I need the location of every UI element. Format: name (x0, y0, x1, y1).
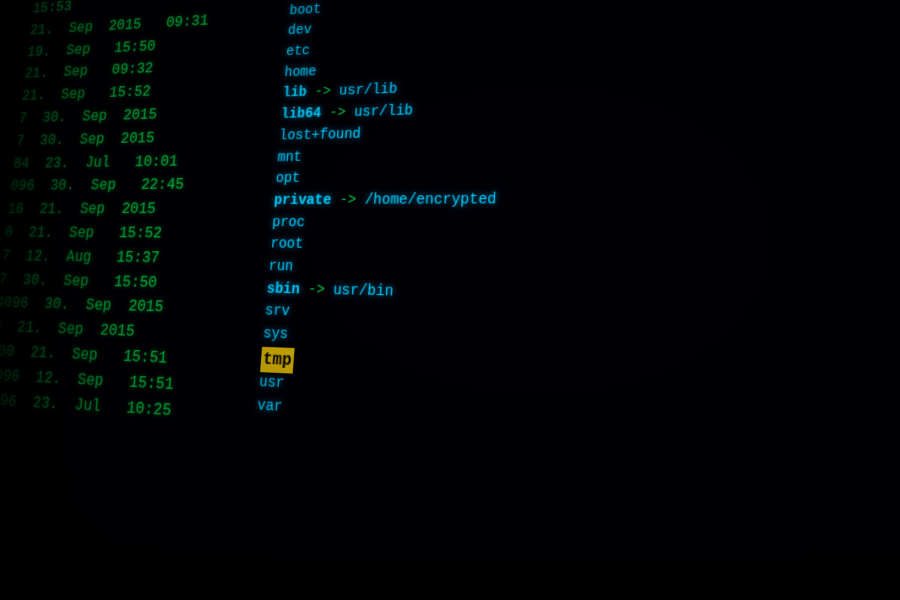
ls-row: 7 30. Sep 2015 (15, 127, 156, 153)
dir-run: run (268, 257, 294, 280)
dir-proc: proc (271, 213, 305, 235)
dir-home: home (283, 62, 317, 84)
dir-usr: usr (258, 373, 285, 397)
dir-private: private (273, 190, 332, 212)
right-column: bin -> usr/bin boot dev etc home lib -> … (227, 0, 820, 600)
dir-dev: dev (287, 21, 312, 43)
dir-tmp: tmp (260, 346, 294, 374)
ls-row: 16 21. Sep 2015 (6, 198, 156, 222)
dir-boot: boot (289, 0, 322, 22)
ls-row: 84 23. Jul 10:01 (12, 150, 179, 176)
dir-var: var (256, 396, 283, 421)
dir-opt: opt (275, 169, 301, 191)
ls-row: 7 12. Aug 15:37 (0, 245, 160, 271)
dir-srv: srv (264, 301, 290, 324)
dir-lost-found: lost+found (278, 124, 361, 147)
dir-etc: etc (285, 42, 310, 64)
dir-sys: sys (262, 324, 289, 348)
dir-mnt: mnt (277, 147, 303, 169)
dir-root: root (269, 235, 303, 257)
ls-row: 096 30. Sep 22:45 (9, 173, 185, 198)
dir-sbin: sbin (266, 279, 301, 302)
dir-lib: lib (282, 83, 308, 105)
ls-row: 0 21. Sep 15:52 (3, 221, 163, 246)
terminal-window: 15:53 21. Sep 2015 09:31 19. Sep 15:50 2… (0, 0, 900, 600)
terminal-content: 15:53 21. Sep 2015 09:31 19. Sep 15:50 2… (0, 0, 900, 600)
dir-lib64: lib64 (280, 104, 322, 126)
